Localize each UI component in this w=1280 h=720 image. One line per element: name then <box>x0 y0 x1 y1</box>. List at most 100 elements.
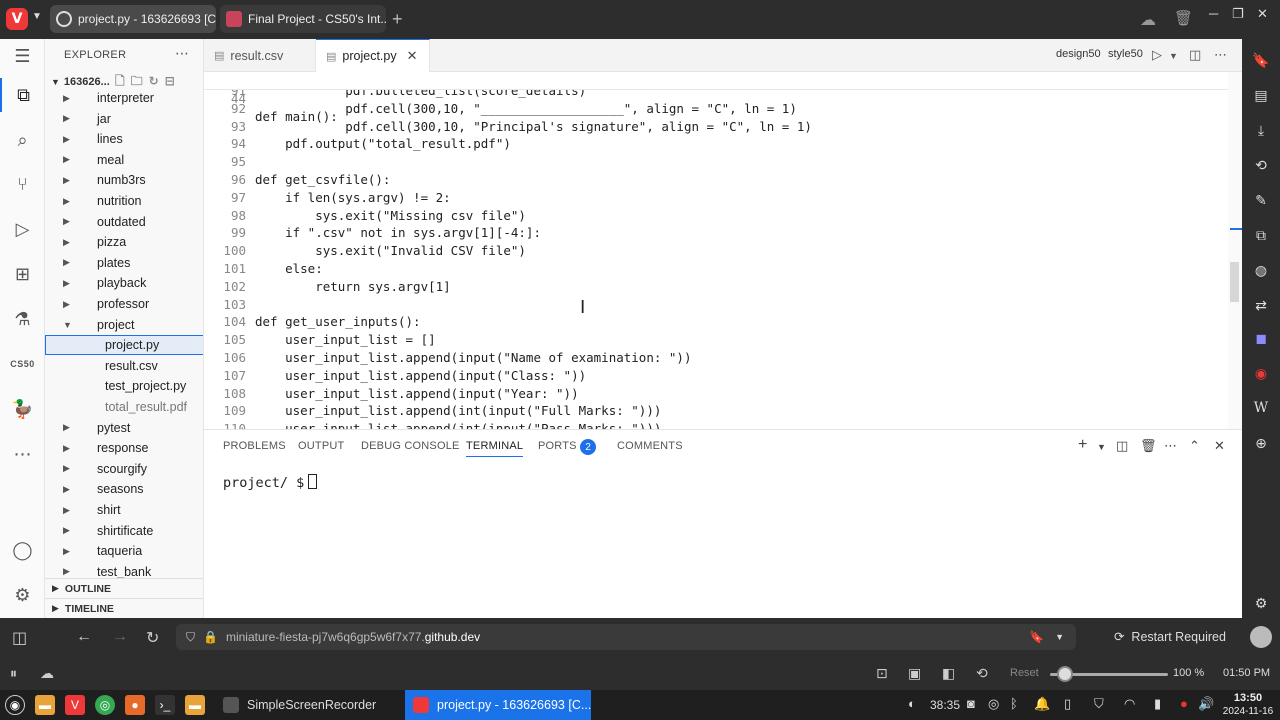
close-tab-icon[interactable]: ✕ <box>407 48 418 64</box>
code-line[interactable]: 99 if ".csv" not in sys.argv[1][-4:]: <box>204 224 1228 242</box>
new-tab-button[interactable]: + <box>392 9 403 30</box>
add-web-panel-icon[interactable]: ⊕ <box>1242 431 1280 455</box>
bookmark-icon[interactable]: 🔖 <box>1029 630 1044 644</box>
tree-folder[interactable]: ▶ taqueria <box>45 541 203 561</box>
microphone-icon[interactable]: ● <box>1180 696 1188 711</box>
tab-problems[interactable]: PROBLEMS <box>223 440 286 452</box>
tree-folder[interactable]: ▶ scourgify <box>45 459 203 479</box>
tree-folder[interactable]: ▶ meal <box>45 150 203 170</box>
panel-more-icon[interactable]: ⋯ <box>1164 438 1177 454</box>
sync-cloud-icon[interactable]: ☁ <box>40 665 54 682</box>
tree-folder[interactable]: ▶ nutrition <box>45 191 203 211</box>
terminal[interactable]: project/ $ <box>223 474 318 491</box>
pause-icon[interactable]: ⏸ <box>10 665 17 682</box>
capture-icon[interactable]: ⊡ <box>876 665 888 682</box>
zoom-slider-knob[interactable] <box>1057 666 1074 682</box>
code-line[interactable]: 104 def get_user_inputs(): <box>204 313 1228 331</box>
shield-icon[interactable]: ⛉ <box>1094 696 1104 712</box>
code-line[interactable]: 92 pdf.cell(300,10, "___________________… <box>204 100 1228 118</box>
bookmarks-icon[interactable]: 🔖 <box>1242 48 1280 72</box>
tree-folder[interactable]: ▼ project <box>45 315 203 335</box>
clipboard-icon[interactable]: ▯ <box>1064 696 1071 712</box>
closed-tabs-trash-icon[interactable]: 🗑 <box>1174 9 1193 27</box>
editor-scrollbar[interactable] <box>1228 72 1242 429</box>
tab-comments[interactable]: COMMENTS <box>617 440 683 452</box>
run-dropdown-icon[interactable]: ▼ <box>1169 51 1178 61</box>
run-debug-icon[interactable]: ▷ <box>0 212 45 246</box>
site-info-shield-icon[interactable]: ⛉ <box>186 630 195 645</box>
terminal-dropdown-icon[interactable]: ▼ <box>1097 442 1106 452</box>
camera-tray-icon[interactable]: ◙ <box>967 696 975 711</box>
cs50-icon[interactable]: CS50 <box>0 347 45 381</box>
zoom-reset-button[interactable]: Reset <box>1010 667 1039 679</box>
restart-required-button[interactable]: ⟳ Restart Required <box>1114 629 1226 644</box>
task-simplescreenrecorder[interactable]: SimpleScreenRecorder <box>215 690 403 720</box>
design50-button[interactable]: design50 <box>1056 48 1101 60</box>
editor-tab-project-py[interactable]: ▤ project.py ✕ <box>316 39 430 72</box>
panel-settings-gear-icon[interactable]: ⚙ <box>1242 591 1280 615</box>
tree-folder[interactable]: ▶ playback <box>45 273 203 293</box>
tree-folder[interactable]: ▶ interpreter <box>45 88 203 108</box>
tree-folder[interactable]: ▶ outdated <box>45 212 203 232</box>
code-line[interactable]: 110 user_input_list.append(int(input("Pa… <box>204 420 1228 429</box>
tree-file[interactable]: test_project.py <box>45 376 203 396</box>
maximize-icon[interactable]: ❐ <box>1232 6 1244 22</box>
vivaldi-icon[interactable]: ◉ <box>1242 361 1280 385</box>
code-line[interactable]: 107 user_input_list.append(input("Class:… <box>204 367 1228 385</box>
tree-folder[interactable]: ▶ shirtificate <box>45 521 203 541</box>
vivaldi-taskbar-icon[interactable]: V <box>65 695 85 715</box>
reader-icon[interactable]: ◍ <box>1242 258 1280 282</box>
tree-folder[interactable]: ▶ seasons <box>45 479 203 499</box>
hamburger-menu-icon[interactable]: ☰ <box>0 39 45 73</box>
url-dropdown-icon[interactable]: ▼ <box>1055 632 1064 642</box>
search-icon[interactable]: ⌕ <box>0 123 45 157</box>
code-line[interactable]: 95 <box>204 153 1228 171</box>
back-icon[interactable]: ← <box>76 628 92 646</box>
browser-tab-project[interactable]: project.py - 163626693 [Co <box>50 5 216 33</box>
source-control-icon[interactable]: ⑂ <box>0 167 45 201</box>
minimize-icon[interactable]: ─ <box>1209 6 1218 21</box>
explorer-more-icon[interactable]: ⋯ <box>175 45 189 62</box>
wikipedia-icon[interactable]: W <box>1242 396 1280 420</box>
tree-file[interactable]: total_result.pdf <box>45 397 203 417</box>
code-line[interactable]: 102 return sys.argv[1] <box>204 278 1228 296</box>
settings-gear-icon[interactable]: ⚙ <box>0 578 45 612</box>
close-window-icon[interactable]: ✕ <box>1257 6 1268 22</box>
terminal-app-icon[interactable]: ›_ <box>155 695 175 715</box>
start-menu-icon[interactable]: ◉ <box>5 695 25 715</box>
code-line[interactable]: 97 if len(sys.argv) != 2: <box>204 189 1228 207</box>
screen-tray-icon[interactable]: ◎ <box>988 696 999 712</box>
tab-output[interactable]: OUTPUT <box>298 440 344 452</box>
outline-section[interactable]: ▶ OUTLINE <box>45 578 203 598</box>
run-python-icon[interactable]: ▷ <box>1152 47 1162 63</box>
duck-debugger-icon[interactable]: 🦆 <box>0 392 45 426</box>
editor-tab-result-csv[interactable]: ▤ result.csv <box>204 39 316 72</box>
code-line[interactable]: 98 sys.exit("Missing csv file") <box>204 207 1228 225</box>
vivaldi-logo-icon[interactable]: V <box>6 8 28 30</box>
code-line[interactable]: 109 user_input_list.append(int(input("Fu… <box>204 402 1228 420</box>
split-editor-icon[interactable]: ◫ <box>1189 47 1201 63</box>
editor-more-icon[interactable]: ⋯ <box>1214 47 1227 63</box>
code-line[interactable]: 93 pdf.cell(300,10, "Principal's signatu… <box>204 118 1228 136</box>
code-line[interactable]: 96 def get_csvfile(): <box>204 171 1228 189</box>
sticky-scroll-line[interactable]: 44 def main(): <box>204 72 1228 124</box>
files-folder-icon[interactable]: ▬ <box>35 695 55 715</box>
more-icon[interactable]: ⋯ <box>0 437 45 471</box>
tree-file[interactable]: result.csv <box>45 356 203 376</box>
explorer-files-icon[interactable]: ⧉ <box>0 78 45 112</box>
history-icon[interactable]: ⟲ <box>1242 153 1280 177</box>
bluetooth-icon[interactable]: ᛒ <box>1010 696 1018 711</box>
translate-icon[interactable]: ⧉ <box>1242 223 1280 247</box>
toggle-panel-icon[interactable]: ◫ <box>12 628 27 648</box>
tree-folder[interactable]: ▶ response <box>45 438 203 458</box>
new-terminal-icon[interactable]: + <box>1078 436 1087 454</box>
mastodon-icon[interactable]: ◼ <box>1242 326 1280 350</box>
battery-icon[interactable]: ▮ <box>1154 696 1161 712</box>
split-terminal-icon[interactable]: ◫ <box>1116 438 1128 454</box>
sync-cloud-icon[interactable]: ☁ <box>1140 10 1156 30</box>
tiling-icon[interactable]: ▣ <box>908 665 921 682</box>
close-panel-icon[interactable]: ✕ <box>1214 438 1225 454</box>
code-line[interactable]: 108 user_input_list.append(input("Year: … <box>204 385 1228 403</box>
code-line[interactable]: 94 pdf.output("total_result.pdf") <box>204 135 1228 153</box>
tree-folder[interactable]: ▶ jar <box>45 109 203 129</box>
